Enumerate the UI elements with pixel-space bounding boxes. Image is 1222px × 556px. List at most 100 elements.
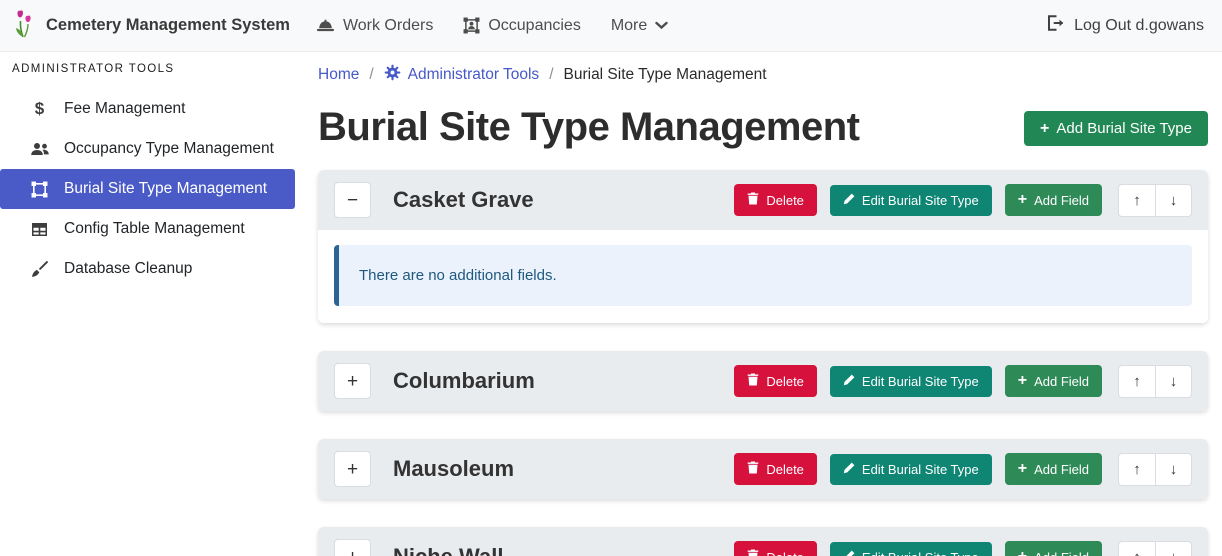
pencil-icon [843, 462, 855, 477]
nav-work-orders[interactable]: Work Orders [316, 17, 433, 35]
sidebar-item-label: Database Cleanup [64, 260, 192, 278]
nav-occupancies[interactable]: Occupancies [463, 17, 581, 35]
crumb-label: Home [318, 66, 359, 84]
sidebar-item-label: Config Table Management [64, 220, 245, 238]
panel-actions: Delete Edit Burial Site Type + Add Field [734, 184, 1192, 217]
button-label: Add Field [1034, 193, 1089, 208]
trash-icon [747, 373, 759, 389]
panel-header: − Casket Grave Delete [318, 170, 1208, 230]
panel-columbarium: + Columbarium Delete [318, 351, 1208, 411]
sidebar-item-label: Burial Site Type Management [64, 180, 267, 198]
move-down-button[interactable]: ↓ [1155, 184, 1192, 217]
add-field-button[interactable]: + Add Field [1005, 184, 1102, 216]
main-nav: Work Orders Occupancies More [316, 17, 668, 35]
sidebar-item-database-cleanup[interactable]: Database Cleanup [0, 249, 295, 289]
expand-toggle-button[interactable]: + [334, 539, 371, 556]
breadcrumb-home-link[interactable]: Home [318, 66, 359, 84]
pencil-icon [843, 193, 855, 208]
expand-toggle-button[interactable]: + [334, 363, 371, 399]
trash-icon [747, 549, 759, 556]
reorder-group: ↑ ↓ [1118, 365, 1192, 398]
button-label: Edit Burial Site Type [862, 193, 979, 208]
page-title: Burial Site Type Management [318, 103, 859, 151]
sidebar-item-config-table[interactable]: Config Table Management [0, 209, 295, 249]
reorder-group: ↑ ↓ [1118, 184, 1192, 217]
move-up-button[interactable]: ↑ [1118, 453, 1155, 486]
panel-title: Columbarium [393, 368, 734, 394]
breadcrumb-separator: / [369, 66, 373, 84]
move-down-button[interactable]: ↓ [1155, 541, 1192, 556]
sidebar: ADMINISTRATOR TOOLS $ Fee Management Occ… [0, 52, 295, 556]
occupancy-frame-icon [463, 17, 480, 34]
trash-icon [747, 461, 759, 477]
plus-icon: + [1018, 373, 1027, 389]
sidebar-item-label: Occupancy Type Management [64, 140, 274, 158]
nav-label: Occupancies [488, 17, 581, 35]
gear-icon [384, 64, 401, 86]
panel-body: There are no additional fields. [318, 230, 1208, 323]
logout-label: Log Out d.gowans [1074, 17, 1204, 35]
button-label: Edit Burial Site Type [862, 550, 979, 556]
delete-button[interactable]: Delete [734, 184, 817, 216]
sidebar-item-occupancy-type[interactable]: Occupancy Type Management [0, 129, 295, 169]
button-label: Add Field [1034, 374, 1089, 389]
plus-icon: + [1018, 192, 1027, 208]
reorder-group: ↑ ↓ [1118, 453, 1192, 486]
vector-square-icon [29, 181, 50, 198]
logout-icon [1047, 15, 1065, 36]
breadcrumb-separator: / [549, 66, 553, 84]
chevron-down-icon [655, 21, 668, 30]
button-label: Delete [766, 462, 804, 477]
delete-button[interactable]: Delete [734, 541, 817, 556]
hard-hat-icon [316, 18, 335, 33]
users-icon [29, 142, 50, 156]
nav-label: More [611, 17, 647, 35]
add-field-button[interactable]: + Add Field [1005, 541, 1102, 556]
breadcrumb-admin-tools-link[interactable]: Administrator Tools [384, 64, 540, 86]
sidebar-item-fee-management[interactable]: $ Fee Management [0, 89, 295, 129]
button-label: Edit Burial Site Type [862, 462, 979, 477]
button-label: Delete [766, 193, 804, 208]
collapse-toggle-button[interactable]: − [334, 182, 371, 218]
trash-icon [747, 192, 759, 208]
sidebar-heading: ADMINISTRATOR TOOLS [0, 63, 295, 75]
button-label: Add Field [1034, 550, 1089, 556]
move-up-button[interactable]: ↑ [1118, 184, 1155, 217]
broom-icon [29, 261, 50, 278]
move-down-button[interactable]: ↓ [1155, 365, 1192, 398]
delete-button[interactable]: Delete [734, 453, 817, 485]
edit-burial-site-type-button[interactable]: Edit Burial Site Type [830, 454, 992, 485]
nav-label: Work Orders [343, 17, 433, 35]
panel-title: Mausoleum [393, 456, 734, 482]
edit-burial-site-type-button[interactable]: Edit Burial Site Type [830, 366, 992, 397]
plus-icon: + [1018, 461, 1027, 477]
expand-toggle-button[interactable]: + [334, 451, 371, 487]
add-burial-site-type-button[interactable]: + Add Burial Site Type [1024, 111, 1208, 146]
sidebar-item-burial-site-type[interactable]: Burial Site Type Management [0, 169, 295, 209]
breadcrumb-current: Burial Site Type Management [564, 66, 767, 84]
move-up-button[interactable]: ↑ [1118, 365, 1155, 398]
nav-more[interactable]: More [611, 17, 668, 35]
button-label: Delete [766, 550, 804, 556]
panel-actions: Delete Edit Burial Site Type + Add Field [734, 453, 1192, 486]
move-up-button[interactable]: ↑ [1118, 541, 1155, 556]
pencil-icon [843, 374, 855, 389]
panel-niche-wall: + Niche Wall Delete [318, 527, 1208, 556]
brand[interactable]: Cemetery Management System [12, 8, 290, 43]
app-title: Cemetery Management System [46, 16, 290, 35]
add-field-button[interactable]: + Add Field [1005, 453, 1102, 485]
main-content: Home / Administrator Tools / Burial [295, 52, 1222, 556]
tulips-logo-icon [12, 8, 37, 43]
edit-burial-site-type-button[interactable]: Edit Burial Site Type [830, 185, 992, 216]
panel-header: + Columbarium Delete [318, 351, 1208, 411]
add-field-button[interactable]: + Add Field [1005, 365, 1102, 397]
button-label: Add Field [1034, 462, 1089, 477]
delete-button[interactable]: Delete [734, 365, 817, 397]
pencil-icon [843, 550, 855, 556]
edit-burial-site-type-button[interactable]: Edit Burial Site Type [830, 542, 992, 556]
button-label: Delete [766, 374, 804, 389]
move-down-button[interactable]: ↓ [1155, 453, 1192, 486]
logout-button[interactable]: Log Out d.gowans [1047, 15, 1204, 36]
reorder-group: ↑ ↓ [1118, 541, 1192, 556]
panel-header: + Niche Wall Delete [318, 527, 1208, 556]
